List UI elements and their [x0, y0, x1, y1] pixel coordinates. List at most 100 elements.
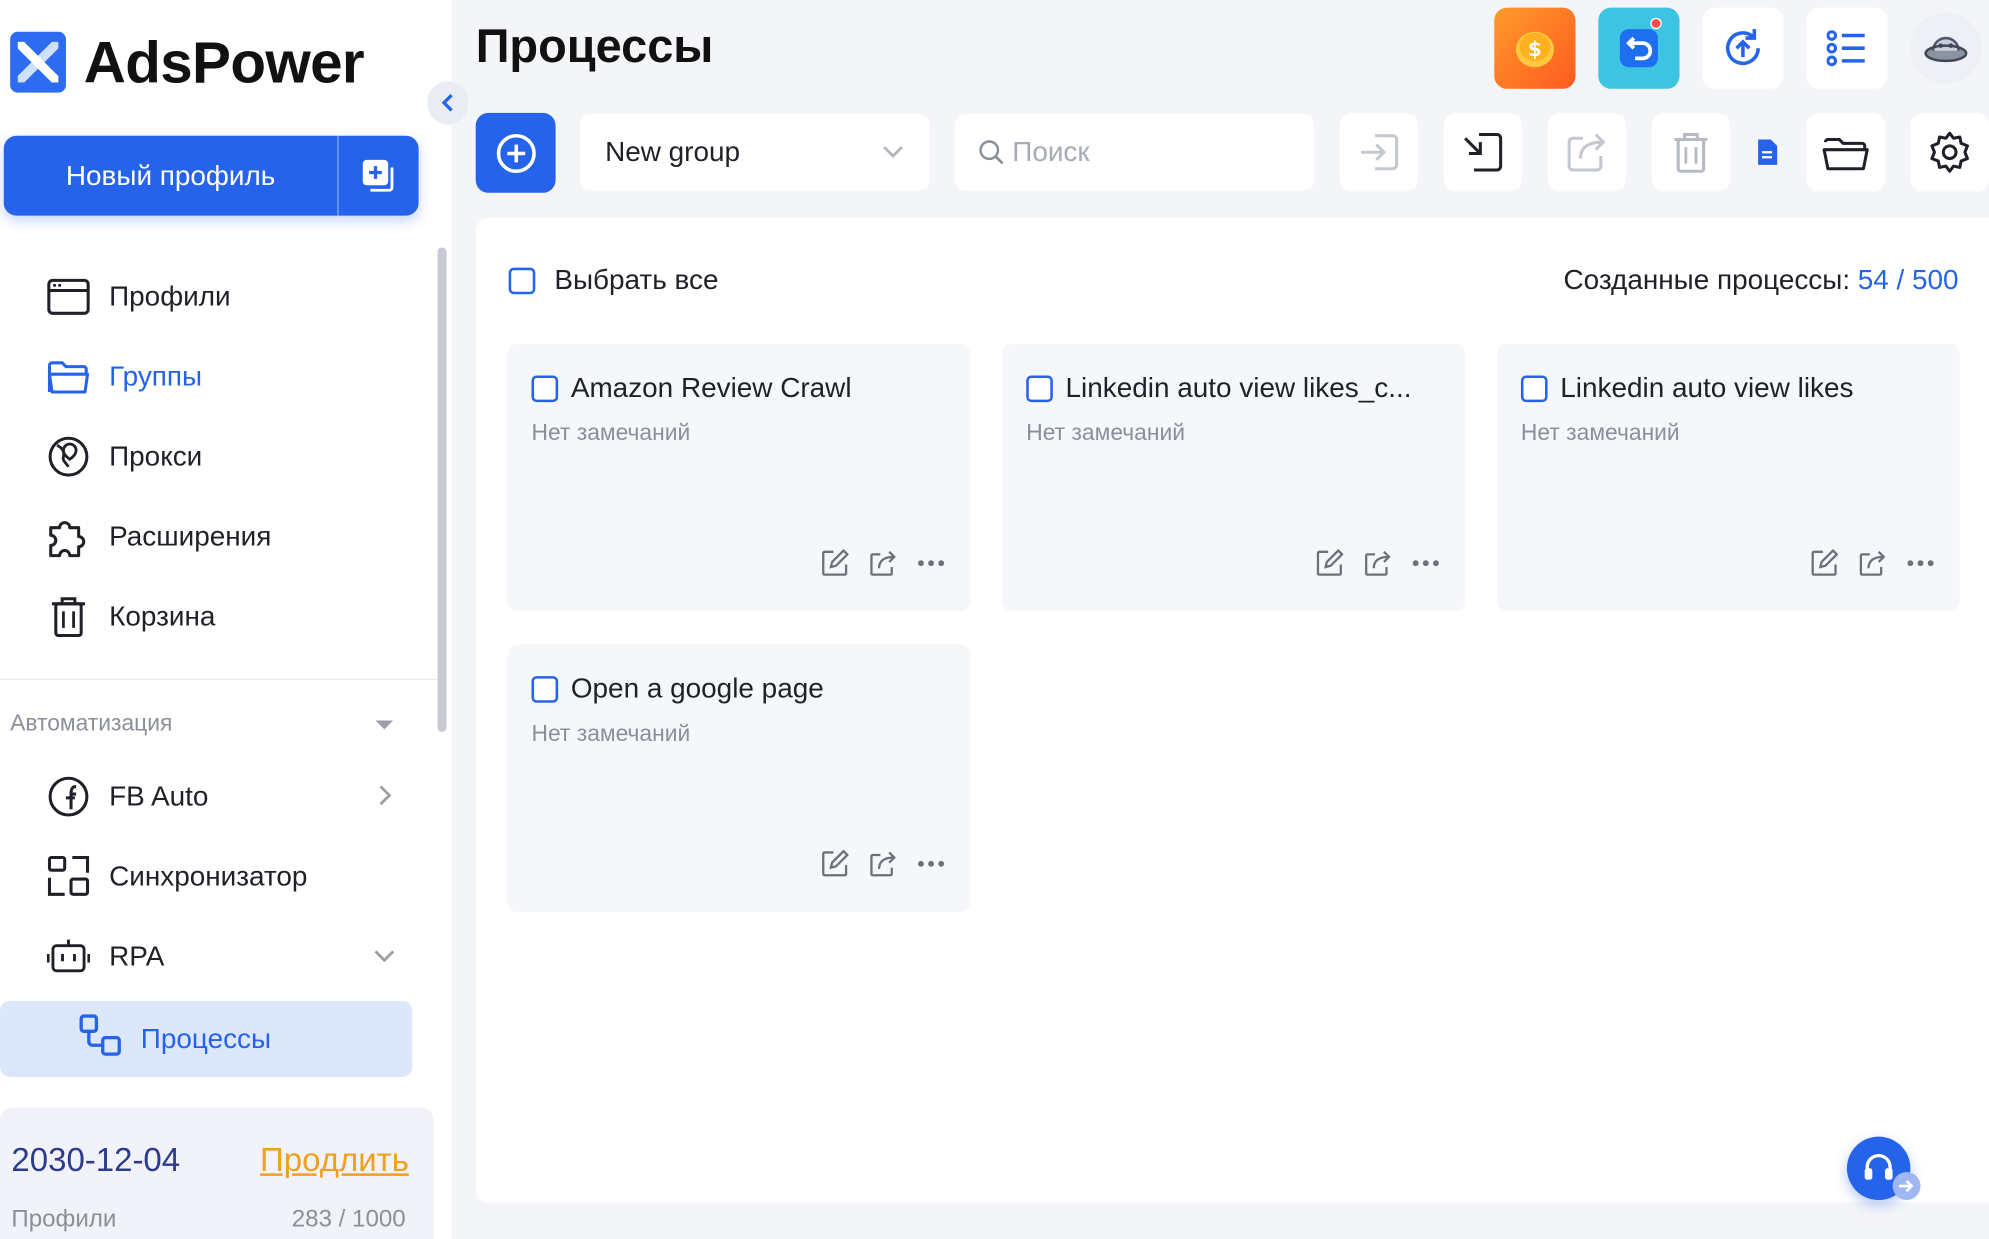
group-select-value: New group — [605, 135, 741, 168]
sidebar-item-fb-auto[interactable]: FB Auto — [0, 756, 431, 836]
more-options-icon[interactable] — [1907, 559, 1935, 567]
sidebar-item-proxy[interactable]: Прокси — [0, 416, 431, 496]
more-options-icon[interactable] — [917, 860, 945, 868]
process-checkbox[interactable] — [1520, 374, 1548, 402]
move-into-group-button[interactable] — [1443, 112, 1523, 192]
processes-panel: Выбрать все Созданные процессы: 54 / 500 … — [475, 218, 1989, 1203]
user-avatar[interactable] — [1910, 12, 1982, 84]
sidebar-item-trash[interactable]: Корзина — [0, 576, 431, 656]
sidebar-item-label: FB Auto — [109, 779, 209, 812]
process-card[interactable]: Open a google page Нет замечаний — [507, 644, 971, 913]
add-process-button[interactable] — [475, 112, 556, 193]
import-icon — [1361, 134, 1399, 171]
process-checkbox[interactable] — [1026, 374, 1053, 402]
process-checkbox[interactable] — [531, 675, 559, 703]
page-title: Процессы — [475, 20, 714, 73]
header-actions: $ — [1494, 7, 1982, 89]
sidebar-scrollbar[interactable] — [437, 247, 447, 732]
edit-icon[interactable] — [1810, 549, 1839, 577]
trash-icon — [1674, 132, 1708, 173]
robot-icon — [46, 934, 91, 977]
process-title: Linkedin auto view likes — [1560, 371, 1854, 404]
more-options-icon[interactable] — [1412, 559, 1440, 567]
search-icon — [979, 140, 1004, 165]
chevron-down-icon — [883, 146, 903, 158]
process-card[interactable]: Linkedin auto view likes_c... Нет замеча… — [1002, 343, 1466, 612]
process-card[interactable]: Amazon Review Crawl Нет замечаний — [507, 343, 971, 612]
license-panel: 2030-12-04 Продлить Профили 283 / 1000 — [0, 1107, 434, 1239]
group-select[interactable]: New group — [579, 114, 930, 191]
sidebar-item-label: Группы — [109, 359, 203, 392]
process-actions — [821, 849, 945, 878]
main-nav: Профили Группы Прокси Расширения Корзина — [0, 256, 431, 656]
update-icon — [1725, 29, 1760, 66]
headset-icon — [1864, 1154, 1893, 1180]
chevron-right-icon — [379, 785, 392, 806]
facebook-icon — [47, 774, 90, 817]
plus-circle-icon — [496, 133, 536, 173]
move-in-icon — [1464, 132, 1503, 172]
chevron-left-icon — [441, 93, 453, 112]
batch-add-button[interactable] — [339, 136, 419, 216]
import-button[interactable] — [1339, 112, 1419, 192]
collapse-sidebar-button[interactable] — [427, 81, 469, 125]
new-profile-button[interactable]: Новый профиль — [4, 135, 339, 216]
sidebar-item-synchronizer[interactable]: Синхронизатор — [0, 836, 431, 916]
arrow-right-icon[interactable] — [1892, 1172, 1921, 1201]
sync-screens-icon — [47, 854, 90, 897]
sidebar-item-label: Процессы — [140, 1022, 272, 1055]
select-all-checkbox[interactable] — [508, 267, 536, 294]
renew-link[interactable]: Продлить — [260, 1140, 409, 1179]
select-all[interactable]: Выбрать все — [508, 264, 718, 297]
coin-rewards-button[interactable]: $ — [1494, 7, 1576, 89]
export-button[interactable] — [1547, 112, 1627, 192]
notification-dot — [1650, 17, 1662, 30]
sidebar-item-groups[interactable]: Группы — [0, 336, 431, 416]
created-count: 54 / 500 — [1857, 263, 1959, 296]
sidebar-item-processes[interactable]: Процессы — [0, 1000, 413, 1077]
share-icon[interactable] — [869, 549, 897, 577]
adspower-logo-icon — [10, 31, 66, 93]
sync-app-button[interactable] — [1598, 7, 1680, 89]
divider — [0, 678, 439, 680]
list-icon — [1826, 30, 1865, 67]
process-actions — [1810, 549, 1934, 577]
delete-button[interactable] — [1651, 112, 1731, 192]
edit-icon[interactable] — [821, 549, 849, 577]
sidebar: AdsPower Новый профиль Профили Группы Пр… — [0, 0, 452, 1239]
caret-down-icon[interactable] — [375, 720, 394, 730]
process-card[interactable]: Linkedin auto view likes Нет замечаний — [1496, 343, 1960, 612]
sidebar-item-label: Прокси — [109, 439, 203, 472]
folder-open-icon — [1822, 138, 1869, 171]
app-logo[interactable]: AdsPower — [10, 28, 365, 96]
share-icon[interactable] — [1858, 549, 1886, 577]
process-note: Нет замечаний — [531, 419, 691, 446]
share-icon[interactable] — [1364, 549, 1392, 577]
process-checkbox[interactable] — [531, 374, 559, 402]
edit-icon[interactable] — [1315, 549, 1344, 577]
search-box — [955, 114, 1315, 191]
automation-section-title[interactable]: Автоматизация — [10, 710, 172, 737]
open-folder-button[interactable] — [1806, 112, 1885, 192]
document-button[interactable] — [1728, 113, 1807, 192]
sidebar-item-label: Расширения — [109, 519, 272, 552]
sidebar-item-profiles[interactable]: Профили — [0, 256, 431, 336]
svg-text:$: $ — [1528, 37, 1542, 61]
process-note: Нет замечаний — [1026, 419, 1185, 446]
more-options-icon[interactable] — [917, 559, 945, 567]
process-actions — [1315, 549, 1439, 577]
chevron-down-icon — [374, 950, 395, 963]
sidebar-item-label: RPA — [109, 939, 165, 972]
search-input[interactable] — [1012, 135, 1292, 169]
share-icon[interactable] — [869, 850, 897, 878]
automation-nav: FB Auto Синхронизатор RPA — [0, 756, 431, 996]
ufo-avatar-icon — [1924, 36, 1968, 63]
settings-button[interactable] — [1910, 112, 1989, 192]
task-list-button[interactable] — [1806, 7, 1888, 89]
sidebar-item-rpa[interactable]: RPA — [0, 916, 431, 996]
update-button[interactable] — [1702, 7, 1784, 89]
edit-icon[interactable] — [821, 849, 849, 878]
trash-icon — [47, 594, 90, 637]
sidebar-item-extensions[interactable]: Расширения — [0, 496, 431, 576]
puzzle-icon — [47, 514, 90, 557]
